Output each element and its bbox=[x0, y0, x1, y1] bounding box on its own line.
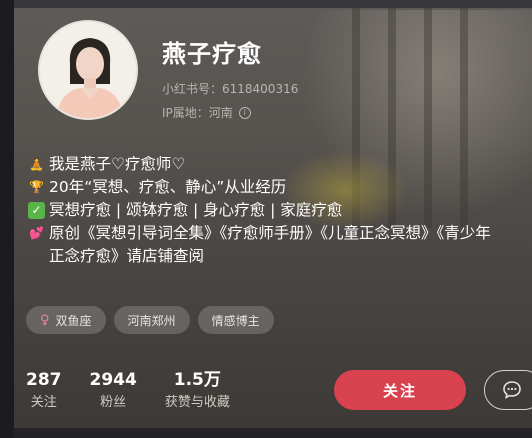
info-icon[interactable]: i bbox=[238, 106, 251, 119]
two-hearts-icon: 💕 bbox=[29, 226, 44, 240]
avatar-photo bbox=[40, 22, 136, 118]
avatar[interactable] bbox=[38, 20, 138, 120]
bio-line: 🧘 我是燕子♡疗愈师♡ bbox=[28, 153, 498, 176]
bio-line: 🏆 20年“冥想、疗愈、静心”从业经历 bbox=[28, 176, 498, 199]
profile-stats: 287 关注 2944 粉丝 1.5万 获赞与收藏 bbox=[26, 370, 230, 412]
stat-label: 关注 bbox=[30, 395, 57, 410]
chat-button[interactable] bbox=[484, 370, 532, 410]
stat-label: 获赞与收藏 bbox=[164, 395, 230, 410]
left-edge bbox=[0, 0, 14, 438]
bio-text: 原创《冥想引导词全集》《疗愈师手册》《儿童正念冥想》《青少年正念疗愈》请店铺查阅 bbox=[49, 224, 491, 265]
bio-line: ✓ 冥想疗愈 | 颂钵疗愈 | 身心疗愈 | 家庭疗愈 bbox=[28, 199, 498, 222]
check-mark-icon: ✓ bbox=[28, 202, 45, 219]
stat-value: 1.5万 bbox=[173, 370, 221, 390]
tag-category[interactable]: 情感博主 bbox=[197, 306, 274, 334]
bottom-edge bbox=[0, 428, 532, 438]
ip-location-text: IP属地：河南 bbox=[162, 106, 233, 120]
profile-bio: 🧘 我是燕子♡疗愈师♡ 🏆 20年“冥想、疗愈、静心”从业经历 ✓ 冥想疗愈 |… bbox=[28, 153, 498, 268]
profile-tags: ♀ 双鱼座 河南郑州 情感博主 bbox=[26, 306, 274, 334]
trophy-icon: 🏆 bbox=[29, 180, 44, 194]
tag-label: 情感博主 bbox=[211, 313, 260, 328]
top-edge bbox=[0, 0, 532, 8]
tag-label: 双鱼座 bbox=[55, 313, 92, 328]
stat-value: 2944 bbox=[89, 370, 137, 390]
profile-nickname: 燕子疗愈 bbox=[162, 40, 262, 68]
bio-text: 冥想疗愈 | 颂钵疗愈 | 身心疗愈 | 家庭疗愈 bbox=[49, 201, 343, 219]
bio-line: 💕 原创《冥想引导词全集》《疗愈师手册》《儿童正念冥想》《青少年正念疗愈》请店铺… bbox=[28, 222, 498, 268]
bio-text: 20年“冥想、疗愈、静心”从业经历 bbox=[49, 178, 287, 196]
stat-followers[interactable]: 2944 粉丝 bbox=[90, 370, 137, 412]
user-id: 小红书号：6118400316 bbox=[162, 82, 299, 96]
stat-likes-collections[interactable]: 1.5万 获赞与收藏 bbox=[165, 370, 230, 412]
tag-zodiac[interactable]: ♀ 双鱼座 bbox=[26, 306, 106, 334]
stat-value: 287 bbox=[26, 370, 62, 390]
profile-header: 燕子疗愈 小红书号：6118400316 IP属地：河南 i 🧘 我是燕子♡疗愈… bbox=[0, 0, 532, 438]
stat-label: 粉丝 bbox=[100, 395, 127, 410]
tag-label: 河南郑州 bbox=[127, 313, 176, 328]
meditation-icon: 🧘 bbox=[29, 157, 44, 171]
female-icon: ♀ bbox=[40, 312, 50, 328]
tag-location[interactable]: 河南郑州 bbox=[113, 306, 190, 334]
ip-location: IP属地：河南 i bbox=[162, 104, 251, 121]
chat-bubble-icon bbox=[503, 381, 521, 400]
stat-following[interactable]: 287 关注 bbox=[26, 370, 62, 412]
bio-text: 我是燕子♡疗愈师♡ bbox=[49, 155, 186, 173]
follow-button[interactable]: 关注 bbox=[334, 370, 466, 410]
